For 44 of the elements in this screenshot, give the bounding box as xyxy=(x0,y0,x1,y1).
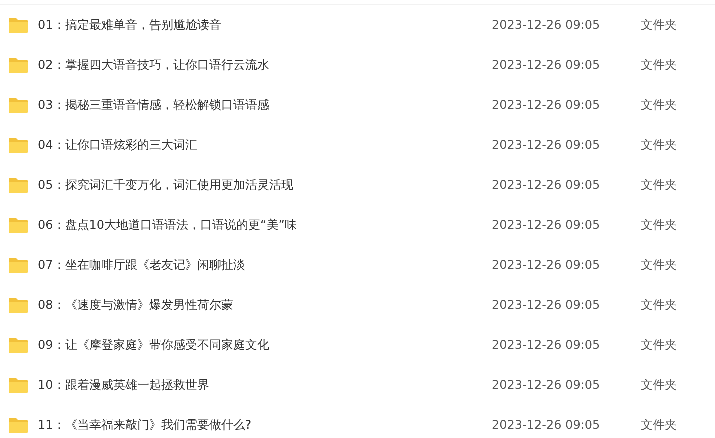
file-name[interactable]: 11：《当幸福来敲门》我们需要做什么? xyxy=(38,416,252,434)
file-type: 文件夹 xyxy=(641,296,678,314)
folder-icon xyxy=(8,296,29,314)
file-name[interactable]: 10：跟着漫威英雄一起拯救世界 xyxy=(38,376,210,394)
folder-icon xyxy=(8,336,29,354)
modified-date: 2023-12-26 09:05 xyxy=(492,178,602,192)
modified-date: 2023-12-26 09:05 xyxy=(492,378,602,392)
folder-icon xyxy=(8,16,29,34)
modified-date: 2023-12-26 09:05 xyxy=(492,218,602,232)
file-type: 文件夹 xyxy=(641,336,678,354)
folder-icon xyxy=(8,256,29,274)
file-name[interactable]: 06：盘点10大地道口语语法，口语说的更“美”味 xyxy=(38,216,297,234)
file-name[interactable]: 01：搞定最难单音，告别尴尬读音 xyxy=(38,16,222,34)
file-name[interactable]: 08：《速度与激情》爆发男性荷尔蒙 xyxy=(38,296,234,314)
folder-icon xyxy=(8,96,29,114)
file-type: 文件夹 xyxy=(641,136,678,154)
folder-icon xyxy=(8,376,29,394)
file-type: 文件夹 xyxy=(641,416,678,434)
folder-icon xyxy=(8,216,29,234)
file-type: 文件夹 xyxy=(641,176,678,194)
file-type: 文件夹 xyxy=(641,376,678,394)
modified-date: 2023-12-26 09:05 xyxy=(492,98,602,112)
file-name[interactable]: 09：让《摩登家庭》带你感受不同家庭文化 xyxy=(38,336,270,354)
file-type: 文件夹 xyxy=(641,16,678,34)
modified-date: 2023-12-26 09:05 xyxy=(492,138,602,152)
modified-date: 2023-12-26 09:05 xyxy=(492,258,602,272)
file-name[interactable]: 03：揭秘三重语音情感，轻松解锁口语语感 xyxy=(38,96,270,114)
folder-icon xyxy=(8,56,29,74)
folder-icon xyxy=(8,416,29,434)
modified-date: 2023-12-26 09:05 xyxy=(492,58,602,72)
file-name[interactable]: 02：掌握四大语音技巧，让你口语行云流水 xyxy=(38,56,270,74)
file-name[interactable]: 04：让你口语炫彩的三大词汇 xyxy=(38,136,198,154)
file-type: 文件夹 xyxy=(641,216,678,234)
file-type: 文件夹 xyxy=(641,96,678,114)
file-name[interactable]: 07：坐在咖啡厅跟《老友记》闲聊扯淡 xyxy=(38,256,246,274)
modified-date: 2023-12-26 09:05 xyxy=(492,418,602,432)
file-type: 文件夹 xyxy=(641,256,678,274)
modified-date: 2023-12-26 09:05 xyxy=(492,298,602,312)
file-type: 文件夹 xyxy=(641,56,678,74)
modified-date: 2023-12-26 09:05 xyxy=(492,18,602,32)
folder-icon xyxy=(8,136,29,154)
file-name[interactable]: 05：探究词汇千变万化，词汇使用更加活灵活现 xyxy=(38,176,294,194)
modified-date: 2023-12-26 09:05 xyxy=(492,338,602,352)
folder-icon xyxy=(8,176,29,194)
